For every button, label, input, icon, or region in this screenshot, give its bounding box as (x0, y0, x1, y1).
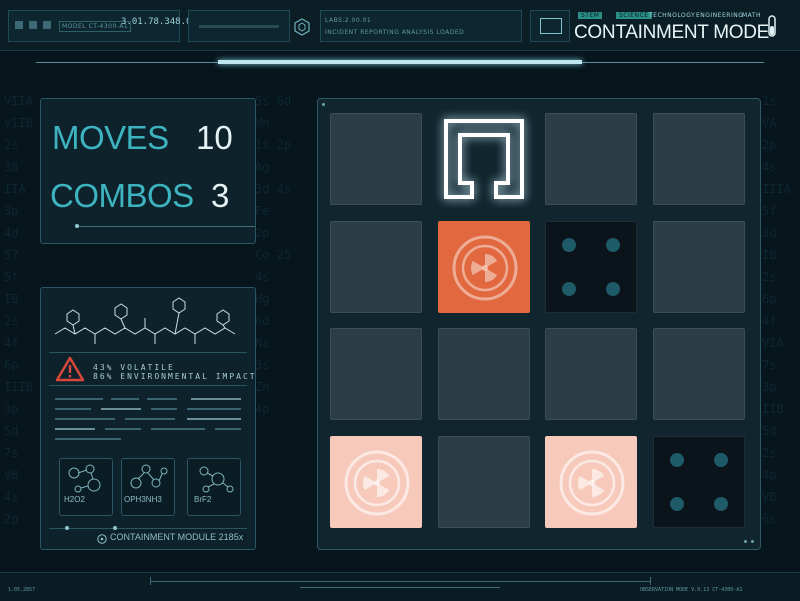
molecule-box-2: OPH3NH3 (121, 458, 175, 516)
window-toggle[interactable] (530, 10, 570, 42)
subject-stem[interactable]: STEM (578, 12, 603, 19)
dot-marker (669, 496, 684, 511)
molecule-label-1: H2O2 (64, 495, 85, 504)
mid-label-a: LABS.2.00.01 (325, 17, 372, 24)
top-bar: MODEL CT-4300-A1 3.01.78.348.0x LABS.2.0… (0, 0, 800, 51)
combos-label: COMBOS (50, 177, 194, 214)
footer-left: 1.05.2857 (8, 587, 36, 593)
board-cell[interactable] (330, 328, 422, 420)
arrow-down-icon[interactable] (29, 21, 37, 29)
dot-marker (606, 281, 620, 296)
mode-title: CONTAINMENT MODE (574, 22, 770, 43)
readout-value: 3.01.78.348.0x (121, 17, 197, 27)
bottom-bar: 1.05.2857 OBSERVATION MODE V.0.13 CT-430… (0, 572, 800, 601)
board-cell[interactable] (545, 113, 637, 205)
molecule-label-3: BrF2 (194, 495, 212, 504)
dot-marker (562, 281, 576, 296)
hazard-tile[interactable] (545, 435, 637, 528)
flask-icon (766, 14, 778, 40)
dots-tile[interactable] (545, 220, 637, 313)
radiation-icon (452, 235, 517, 300)
selector-cursor[interactable] (438, 113, 530, 205)
board-cell[interactable] (437, 328, 530, 420)
game-board (317, 98, 761, 550)
signal-panel (188, 10, 290, 42)
molecule-label-2: OPH3NH3 (124, 495, 162, 504)
moves-label: MOVES (52, 119, 169, 156)
progress-fill (218, 60, 582, 64)
dots-tile[interactable] (652, 435, 745, 528)
hazard-tile[interactable] (437, 220, 530, 313)
hazard-small-icon (97, 531, 107, 549)
board-cell[interactable] (330, 220, 422, 313)
board-cell[interactable] (330, 113, 422, 205)
molecule-box-3: BrF2 (187, 458, 241, 516)
divider (77, 226, 255, 227)
board-cell[interactable] (437, 435, 530, 528)
stats-panel: MOVES 10 COMBOS 3 (40, 98, 256, 244)
moves-value: 10 (196, 119, 233, 156)
radiation-icon (344, 450, 410, 515)
mid-label-b: INCIDENT REPORTING ANALYSIS LOADED (325, 29, 465, 36)
model-readout: MODEL CT-4300-A1 3.01.78.348.0x (8, 10, 197, 42)
window-icon (540, 18, 562, 34)
combos-value: 3 (211, 177, 230, 214)
indicator-dot (75, 224, 79, 228)
selector-bracket-icon (443, 119, 524, 199)
board-cell[interactable] (652, 328, 745, 420)
warning-icon (55, 356, 85, 387)
board-cell[interactable] (652, 113, 745, 205)
grid-icon[interactable] (43, 21, 51, 29)
radiation-icon (559, 450, 625, 515)
impact-text: 86% ENVIRONMENTAL IMPACT (93, 372, 257, 381)
volatile-text: 43% VOLATILE (93, 363, 175, 372)
hexagon-icon (294, 18, 310, 41)
module-caption: CONTAINMENT MODULE 2185x (110, 532, 244, 542)
subject-science[interactable]: SCIENCE (616, 12, 652, 19)
molecule-box-1: H2O2 (59, 458, 113, 516)
molecule-diagram (53, 294, 243, 357)
arrow-up-icon[interactable] (15, 21, 23, 29)
footer-right: OBSERVATION MODE V.0.13 CT-4300-A1 (640, 587, 743, 593)
dot-marker (606, 237, 620, 252)
subject-technology[interactable]: TECHNOLOGY (649, 12, 695, 19)
board-cell[interactable] (545, 328, 637, 420)
dot-marker (562, 237, 576, 252)
subject-engineering[interactable]: ENGINEERING (696, 12, 743, 19)
dot-marker (669, 452, 684, 467)
hazard-tile[interactable] (330, 435, 422, 528)
incident-panel: LABS.2.00.01 INCIDENT REPORTING ANALYSIS… (320, 10, 522, 42)
board-cell[interactable] (652, 220, 745, 313)
dot-marker (713, 496, 728, 511)
subject-math[interactable]: MATH (742, 12, 761, 19)
dot-marker (713, 452, 728, 467)
info-panel: 43% VOLATILE 86% ENVIRONMENTAL IMPACT H2… (40, 287, 256, 550)
